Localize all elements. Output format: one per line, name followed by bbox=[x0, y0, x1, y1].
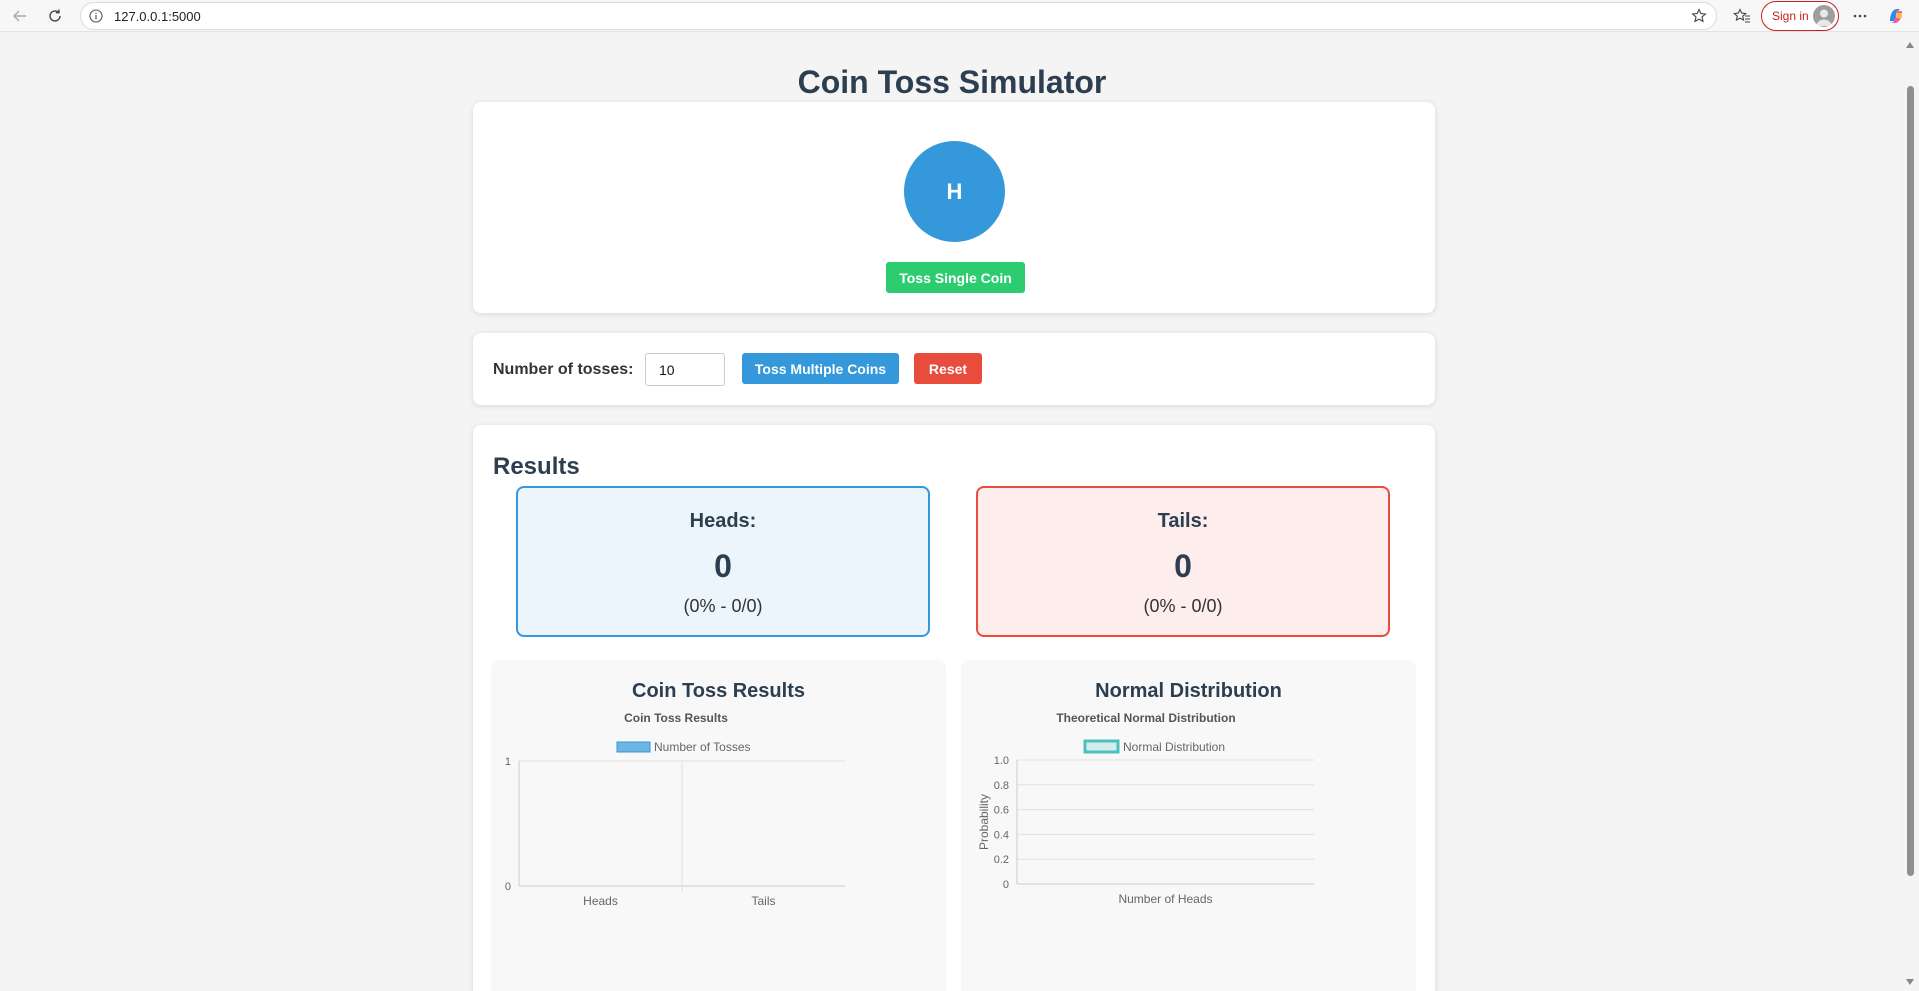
y-tick-label: 0.4 bbox=[994, 829, 1009, 841]
y-tick-label: 0 bbox=[505, 881, 511, 893]
toss-multiple-coins-button[interactable]: Toss Multiple Coins bbox=[742, 353, 899, 384]
favorites-icon[interactable] bbox=[1731, 5, 1753, 27]
y-tick-label: 0.6 bbox=[994, 805, 1009, 817]
sign-in-button[interactable]: Sign in bbox=[1761, 1, 1839, 31]
legend-label: Normal Distribution bbox=[1123, 740, 1225, 754]
chart-subtitle: Coin Toss Results bbox=[624, 711, 728, 725]
reset-button[interactable]: Reset bbox=[914, 353, 982, 384]
tails-count: 0 bbox=[1174, 548, 1192, 584]
num-tosses-input[interactable] bbox=[645, 353, 725, 386]
scroll-down-icon[interactable] bbox=[1906, 979, 1914, 985]
sign-in-label: Sign in bbox=[1772, 9, 1809, 23]
tails-detail: (0% - 0/0) bbox=[1143, 596, 1223, 616]
avatar-icon bbox=[1813, 5, 1835, 27]
y-axis-label: Probability bbox=[977, 794, 991, 850]
normal-distribution-chart-panel: Normal Distribution Theoretical Normal D… bbox=[961, 660, 1416, 991]
heads-label: Heads: bbox=[689, 510, 757, 532]
page-title: Coin Toss Simulator bbox=[797, 64, 1107, 100]
address-bar[interactable]: 127.0.0.1:5000 bbox=[80, 2, 1717, 30]
toss-single-coin-button[interactable]: Toss Single Coin bbox=[886, 262, 1025, 293]
chart-subtitle: Theoretical Normal Distribution bbox=[1056, 711, 1235, 725]
reload-icon[interactable] bbox=[44, 5, 66, 27]
num-tosses-label: Number of tosses: bbox=[493, 361, 634, 378]
page-viewport: Coin Toss Simulator H Toss Single Coin N… bbox=[3, 36, 1901, 991]
y-tick-label: 0.8 bbox=[994, 780, 1009, 792]
tails-label: Tails: bbox=[1157, 510, 1209, 532]
scroll-up-icon[interactable] bbox=[1906, 42, 1914, 48]
coin: H bbox=[904, 141, 1005, 242]
x-tick-label: Tails bbox=[751, 894, 775, 908]
x-tick-label: Heads bbox=[583, 894, 618, 908]
y-tick-label: 0.2 bbox=[994, 854, 1009, 866]
site-info-icon[interactable] bbox=[89, 9, 103, 23]
url-text: 127.0.0.1:5000 bbox=[114, 9, 201, 24]
back-icon[interactable] bbox=[9, 5, 31, 27]
more-menu-icon[interactable] bbox=[1849, 5, 1871, 27]
scrollbar-thumb[interactable] bbox=[1907, 86, 1914, 876]
tails-stat-box: Tails: 0 (0% - 0/0) bbox=[976, 486, 1390, 637]
results-title: Results bbox=[493, 453, 580, 480]
page-scrollbar[interactable] bbox=[1904, 36, 1917, 991]
copilot-icon[interactable] bbox=[1885, 5, 1907, 27]
heads-detail: (0% - 0/0) bbox=[683, 596, 763, 616]
coin-toss-bar-chart: Coin Toss Results Number of Tosses 0 1 Heads… bbox=[505, 711, 845, 908]
controls-card: Number of tosses: Toss Multiple Coins Re… bbox=[473, 333, 1435, 405]
results-card: Results Heads: 0 (0% - 0/0) Tails: 0 (0%… bbox=[473, 425, 1435, 991]
legend-label: Number of Tosses bbox=[654, 740, 751, 754]
normal-distribution-line-chart: Theoretical Normal Distribution Normal Di… bbox=[977, 711, 1314, 906]
coin-toss-chart-panel: Coin Toss Results Coin Toss Results Numbe… bbox=[491, 660, 946, 991]
favorite-star-icon[interactable] bbox=[1691, 8, 1707, 24]
x-axis-label: Number of Heads bbox=[1118, 892, 1212, 906]
y-tick-label: 0 bbox=[1003, 879, 1009, 891]
heads-stat-box: Heads: 0 (0% - 0/0) bbox=[516, 486, 930, 637]
heads-count: 0 bbox=[714, 548, 732, 584]
legend-swatch bbox=[616, 741, 651, 753]
legend-swatch bbox=[1083, 739, 1120, 754]
y-tick-label: 1 bbox=[505, 756, 511, 768]
coin-card: H Toss Single Coin bbox=[473, 102, 1435, 313]
browser-toolbar: 127.0.0.1:5000 Sign in bbox=[0, 0, 1919, 32]
y-tick-label: 1.0 bbox=[994, 755, 1009, 767]
